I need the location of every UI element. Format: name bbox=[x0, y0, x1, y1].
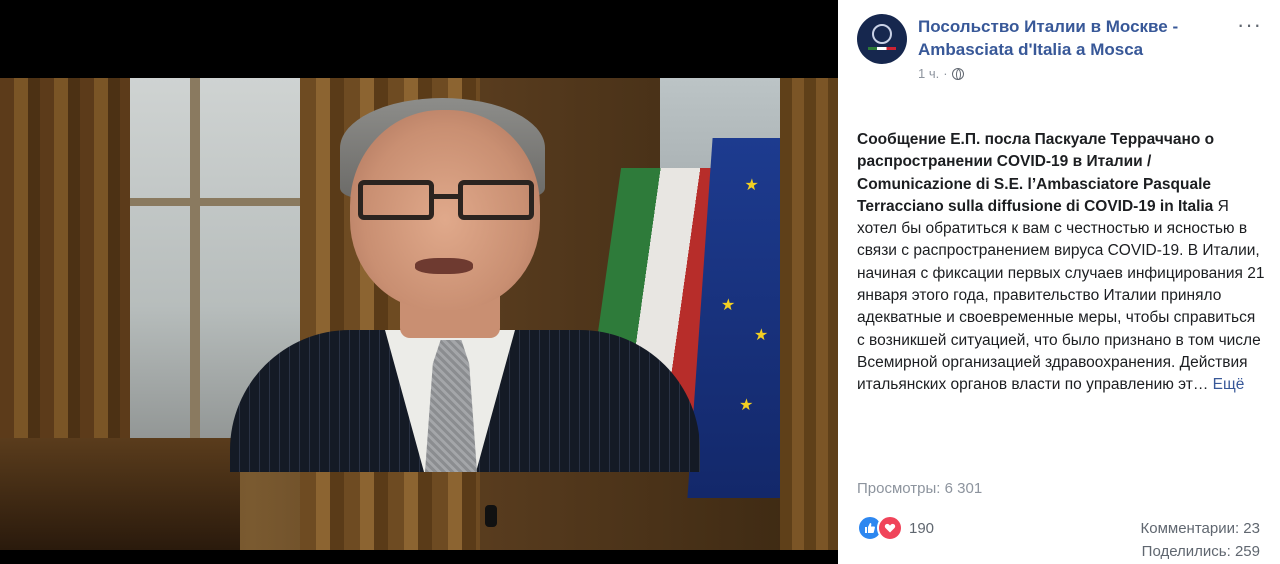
page-name-link[interactable]: Посольство Италии в Москве - Ambasciata … bbox=[918, 15, 1218, 61]
thumbs-up-glyph bbox=[865, 523, 875, 533]
post-body: Я хотел бы обратиться к вам с честностью… bbox=[857, 197, 1265, 394]
glasses-bridge bbox=[432, 194, 460, 199]
globe-icon[interactable] bbox=[951, 67, 964, 80]
eu-star: ★ bbox=[743, 177, 760, 194]
shares-count[interactable]: Поделились: 259 bbox=[1142, 543, 1260, 560]
post-text: Сообщение Е.П. посла Паскуале Терраччано… bbox=[857, 129, 1267, 397]
eu-star: ★ bbox=[738, 397, 754, 414]
desk bbox=[0, 438, 240, 550]
eu-star: ★ bbox=[753, 327, 769, 344]
reaction-count[interactable]: 190 bbox=[909, 520, 934, 537]
reactions-summary[interactable]: 190 bbox=[857, 515, 934, 541]
see-more-link[interactable]: Ещё bbox=[1213, 376, 1245, 393]
glasses-lens-right bbox=[458, 180, 534, 220]
love-icon bbox=[877, 515, 903, 541]
view-count: Просмотры: 6 301 bbox=[857, 480, 983, 497]
speaker-mouth bbox=[415, 258, 473, 274]
tricolor-band bbox=[868, 47, 896, 50]
post-title: Сообщение Е.П. посла Паскуале Терраччано… bbox=[857, 131, 1215, 215]
glasses-lens-left bbox=[358, 180, 434, 220]
embassy-emblem-icon bbox=[872, 24, 892, 44]
post-options-menu-icon[interactable]: ··· bbox=[1237, 12, 1262, 38]
page-name-line2[interactable]: Ambasciata d'Italia a Mosca bbox=[918, 38, 1218, 61]
page-name-line1[interactable]: Посольство Италии в Москве - bbox=[918, 15, 1218, 38]
video-player[interactable]: ★ ★ ★ ★ ★ bbox=[0, 0, 838, 564]
comments-count[interactable]: Комментарии: 23 bbox=[1141, 520, 1261, 537]
post-meta: 1 ч. · bbox=[918, 66, 964, 81]
lapel-microphone bbox=[485, 505, 497, 527]
post-timestamp[interactable]: 1 ч. bbox=[918, 66, 939, 81]
eu-star: ★ bbox=[720, 297, 736, 314]
curtain-right bbox=[780, 78, 838, 550]
heart-glyph bbox=[884, 523, 896, 533]
speaker-glasses bbox=[358, 180, 540, 222]
facebook-video-post: ★ ★ ★ ★ ★ Посольство Италии в Москве bbox=[0, 0, 1280, 564]
page-avatar[interactable] bbox=[857, 14, 907, 64]
meta-separator: · bbox=[943, 66, 948, 81]
